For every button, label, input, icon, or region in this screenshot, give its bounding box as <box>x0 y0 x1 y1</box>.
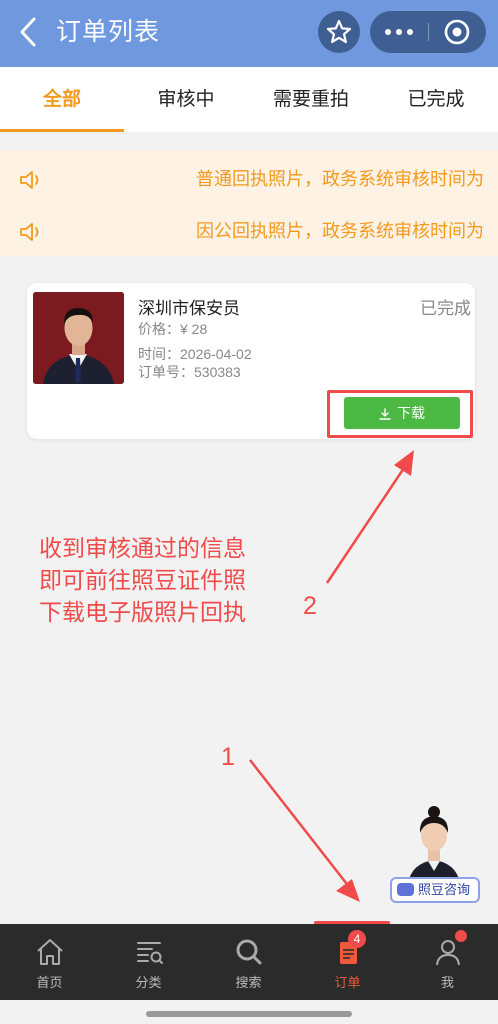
favorite-button[interactable] <box>318 11 360 53</box>
price-value: ¥ 28 <box>180 321 208 337</box>
tab-completed[interactable]: 已完成 <box>374 67 498 132</box>
tab-reviewing[interactable]: 审核中 <box>124 67 248 132</box>
tabbar-label: 订单 <box>334 975 361 990</box>
title-bar: 订单列表 <box>0 0 498 67</box>
chevron-left-icon[interactable] <box>14 14 44 50</box>
miniapp-capsule <box>370 11 486 53</box>
tabbar-me[interactable]: 我 <box>398 924 497 1000</box>
instruction-line: 收到审核通过的信息 <box>39 535 246 561</box>
notice-row[interactable]: 因公回执照片，政务系统审核时间为 <box>0 206 498 256</box>
notice-text: 因公回执照片，政务系统审核时间为 <box>196 221 484 241</box>
tabbar-category[interactable]: 分类 <box>99 924 198 1000</box>
order-status-tabs: 全部 审核中 需要重拍 已完成 <box>0 67 498 132</box>
tab-all[interactable]: 全部 <box>0 67 124 132</box>
more-button[interactable] <box>370 11 428 53</box>
active-tab-indicator <box>0 129 124 132</box>
step-number-2: 2 <box>303 592 317 620</box>
notification-dot <box>455 930 467 942</box>
instruction-note: 收到审核通过的信息 即可前往照豆证件照 下载电子版照片回执 <box>39 532 299 628</box>
download-highlight-box <box>327 390 473 438</box>
time-label: 时间： <box>138 346 180 362</box>
step-number-1: 1 <box>221 743 235 771</box>
time-value: 2026-04-02 <box>180 346 252 362</box>
consult-widget[interactable]: 照豆咨询 <box>390 805 480 909</box>
target-icon <box>444 19 470 45</box>
more-dots-icon <box>385 29 413 35</box>
close-miniapp-button[interactable] <box>429 11 486 53</box>
home-indicator[interactable] <box>146 1011 352 1017</box>
tabbar-search[interactable]: 搜索 <box>199 924 298 1000</box>
tabbar-orders[interactable]: 4 订单 <box>298 924 397 1000</box>
order-number-row: 订单号：530383 <box>138 363 241 381</box>
time-row: 时间：2026-04-02 <box>138 345 252 363</box>
search-icon <box>236 939 262 965</box>
speaker-icon <box>20 171 39 189</box>
consult-label: 照豆咨询 <box>418 882 471 897</box>
product-name: 深圳市保安员 <box>138 299 240 318</box>
consultant-avatar <box>408 806 460 883</box>
order-number-value: 530383 <box>194 364 241 380</box>
order-count-badge: 4 <box>348 930 366 948</box>
tab-retake[interactable]: 需要重拍 <box>249 67 373 132</box>
tabbar-label: 我 <box>440 975 454 990</box>
tabbar-label: 首页 <box>36 975 63 990</box>
notice-banner: 普通回执照片，政务系统审核时间为 因公回执照片，政务系统审核时间为 <box>0 150 498 256</box>
tabbar-label: 搜索 <box>235 975 262 990</box>
home-icon <box>37 939 63 965</box>
price-label: 价格： <box>138 321 180 337</box>
chat-bubble-icon <box>397 883 414 896</box>
consult-label-tag: 照豆咨询 <box>390 877 480 903</box>
order-number-label: 订单号： <box>138 364 194 380</box>
tabbar-label: 分类 <box>135 975 162 990</box>
order-status: 已完成 <box>420 299 471 318</box>
page-title: 订单列表 <box>56 18 161 46</box>
notice-text: 普通回执照片，政务系统审核时间为 <box>196 169 484 189</box>
id-photo <box>33 292 124 384</box>
tabbar-home[interactable]: 首页 <box>0 924 99 1000</box>
bottom-tab-bar: 首页 分类 搜索 4 订单 我 <box>0 924 498 1000</box>
notice-row[interactable]: 普通回执照片，政务系统审核时间为 <box>0 154 498 204</box>
price-row: 价格：¥ 28 <box>138 320 207 338</box>
category-icon <box>137 942 163 964</box>
instruction-line: 下载电子版照片回执 <box>39 599 246 625</box>
instruction-line: 即可前往照豆证件照 <box>39 567 246 593</box>
speaker-icon <box>20 223 39 241</box>
star-icon <box>326 19 352 44</box>
